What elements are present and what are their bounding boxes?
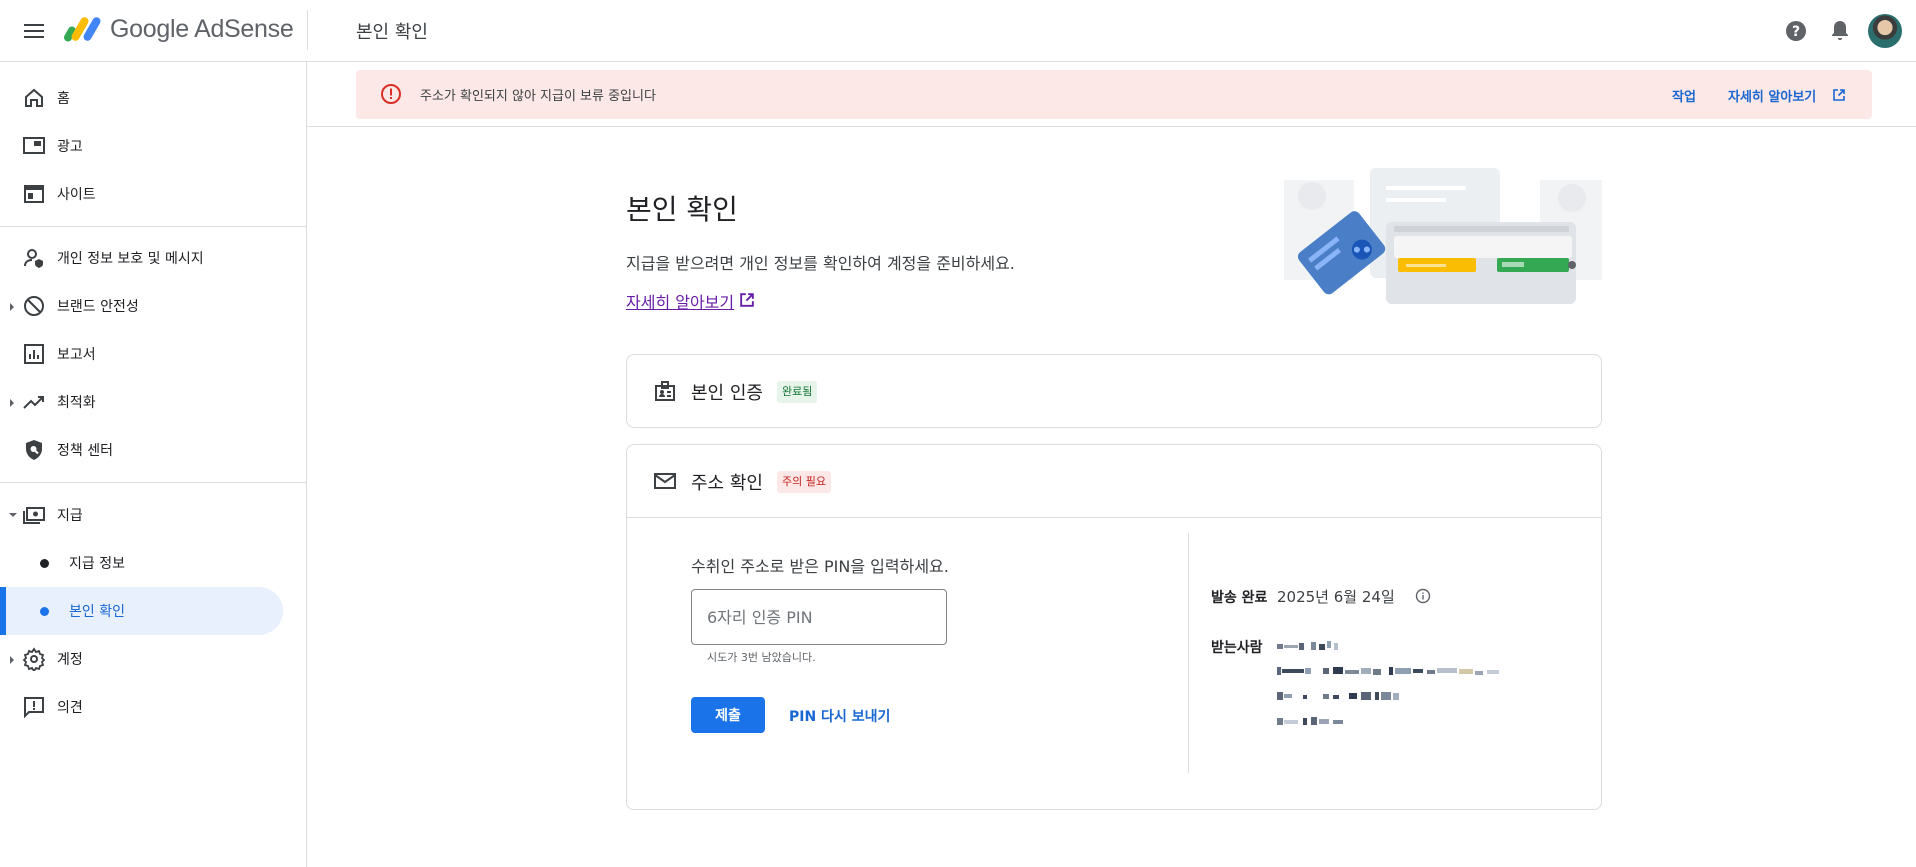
- block-icon: [24, 296, 44, 316]
- page-heading: 본인 확인: [356, 22, 428, 43]
- alert-message: 주소가 확인되지 않아 지급이 보류 중입니다: [420, 89, 656, 104]
- sidebar-subitem-label: 본인 확인: [69, 604, 125, 620]
- redacted-address-line: [1277, 717, 1343, 725]
- bullet-dot-icon: [40, 559, 49, 568]
- alert-banner-region: 주소가 확인되지 않아 지급이 보류 중입니다 작업 자세히 알아보기: [307, 62, 1916, 127]
- sidebar-item-label: 사이트: [57, 187, 96, 203]
- badge-id-icon: [655, 381, 675, 401]
- card-title: 본인 인증: [691, 383, 763, 404]
- gear-icon: [22, 647, 46, 671]
- sidebar-item-privacy-messaging[interactable]: 개인 정보 보호 및 메시지: [0, 234, 290, 282]
- recipient-label: 받는사람: [1211, 640, 1263, 656]
- svg-text:?: ?: [1792, 24, 1800, 40]
- sidebar-item-label: 브랜드 안전성: [57, 299, 139, 315]
- reports-icon: [24, 344, 44, 364]
- main-menu-button[interactable]: [20, 17, 48, 45]
- payments-icon: [23, 507, 45, 524]
- adsense-logo: [64, 17, 101, 42]
- sidebar-subitem-payment-info[interactable]: 지급 정보: [0, 539, 283, 587]
- expand-caret-icon: [10, 656, 14, 664]
- pin-instruction: 수취인 주소로 받은 PIN을 입력하세요.: [691, 557, 949, 576]
- open-in-new-icon: [1833, 89, 1845, 101]
- sidebar-item-label: 최적화: [57, 395, 96, 411]
- mail-icon: [654, 473, 676, 489]
- policy-shield-icon: [26, 440, 42, 460]
- sidebar-subitem-label: 지급 정보: [69, 556, 125, 572]
- account-avatar[interactable]: [1868, 14, 1902, 48]
- attempts-remaining-hint: 시도가 3번 남았습니다.: [707, 651, 816, 664]
- redacted-address-line: [1277, 692, 1399, 700]
- sidebar-item-ads[interactable]: 광고: [0, 122, 290, 170]
- product-name: Google AdSense: [110, 15, 294, 43]
- sidebar-item-brand-safety[interactable]: 브랜드 안전성: [0, 282, 290, 330]
- page-title: 본인 확인: [626, 193, 738, 226]
- status-badge: 주의 필요: [777, 471, 831, 493]
- payment-hold-alert: 주소가 확인되지 않아 지급이 보류 중입니다 작업 자세히 알아보기: [356, 70, 1872, 119]
- sidebar-item-policy-center[interactable]: 정책 센터: [0, 426, 290, 474]
- sidebar-item-label: 계정: [57, 652, 83, 668]
- sidebar-item-reports[interactable]: 보고서: [0, 330, 290, 378]
- sent-date: 2025년 6월 24일: [1277, 588, 1395, 606]
- alert-learn-more-link[interactable]: 자세히 알아보기: [1728, 86, 1816, 105]
- alert-action-link[interactable]: 작업: [1672, 86, 1696, 105]
- sidebar-item-sites[interactable]: 사이트: [0, 170, 290, 218]
- sidebar-item-home[interactable]: 홈: [0, 74, 290, 122]
- sidebar-item-payments[interactable]: 지급: [0, 491, 290, 539]
- home-icon: [25, 88, 43, 107]
- identity-verification-card: 본인 인증 완료됨: [626, 354, 1602, 428]
- collapse-caret-icon: [9, 513, 17, 517]
- expand-caret-icon: [10, 303, 14, 311]
- open-in-new-icon: [740, 293, 754, 307]
- sidebar-subitem-verification[interactable]: 본인 확인: [0, 587, 283, 635]
- pin-input[interactable]: [691, 589, 947, 645]
- sidebar-item-label: 정책 센터: [57, 443, 113, 459]
- sent-label: 발송 완료: [1211, 590, 1268, 606]
- page-description: 지급을 받으려면 개인 정보를 확인하여 계정을 준비하세요.: [626, 254, 1015, 273]
- trending-up-icon: [23, 396, 44, 409]
- submit-button[interactable]: 제출: [691, 697, 765, 733]
- help-icon[interactable]: ?: [1784, 19, 1808, 43]
- verification-illustration: [1284, 168, 1602, 304]
- resend-pin-button[interactable]: PIN 다시 보내기: [789, 706, 890, 726]
- sidebar-item-label: 홈: [57, 91, 70, 107]
- feedback-icon: [24, 697, 44, 719]
- top-app-bar: Google AdSense 본인 확인 ?: [0, 0, 1916, 62]
- error-icon: [381, 84, 401, 104]
- sidebar-item-label: 지급: [57, 508, 83, 524]
- status-badge: 완료됨: [777, 381, 818, 403]
- sidebar-divider: [0, 226, 306, 227]
- sidebar-nav: 홈 광고 사이트 개인 정보 보호 및 메시지 브랜드 안전성 보고서 최적화 …: [0, 62, 307, 867]
- sidebar-item-label: 광고: [57, 139, 83, 155]
- sidebar-divider: [0, 482, 306, 483]
- sidebar-item-label: 보고서: [57, 347, 96, 363]
- ads-icon: [23, 137, 45, 154]
- sidebar-item-label: 개인 정보 보호 및 메시지: [57, 251, 204, 267]
- sidebar-item-feedback[interactable]: 의견: [0, 683, 290, 731]
- card-title: 주소 확인: [691, 473, 763, 494]
- bullet-dot-icon: [40, 607, 49, 616]
- redacted-address-line: [1277, 667, 1499, 675]
- privacy-icon: [24, 249, 43, 268]
- info-icon[interactable]: [1415, 588, 1431, 604]
- learn-more-link[interactable]: 자세히 알아보기: [626, 289, 734, 313]
- header-divider: [307, 10, 308, 50]
- expand-caret-icon: [10, 399, 14, 407]
- identity-verification-header[interactable]: 본인 인증 완료됨: [627, 355, 1601, 427]
- sidebar-item-account[interactable]: 계정: [0, 635, 290, 683]
- sites-icon: [24, 185, 44, 203]
- redacted-recipient-name: [1277, 641, 1338, 650]
- vertical-divider: [1188, 533, 1189, 773]
- sidebar-item-optimization[interactable]: 최적화: [0, 378, 290, 426]
- address-verification-header[interactable]: 주소 확인 주의 필요: [627, 445, 1601, 517]
- sidebar-item-label: 의견: [57, 700, 83, 716]
- card-divider: [627, 517, 1601, 518]
- address-verification-card: 주소 확인 주의 필요 수취인 주소로 받은 PIN을 입력하세요. 시도가 3…: [626, 444, 1602, 810]
- notifications-bell-icon[interactable]: [1828, 18, 1852, 44]
